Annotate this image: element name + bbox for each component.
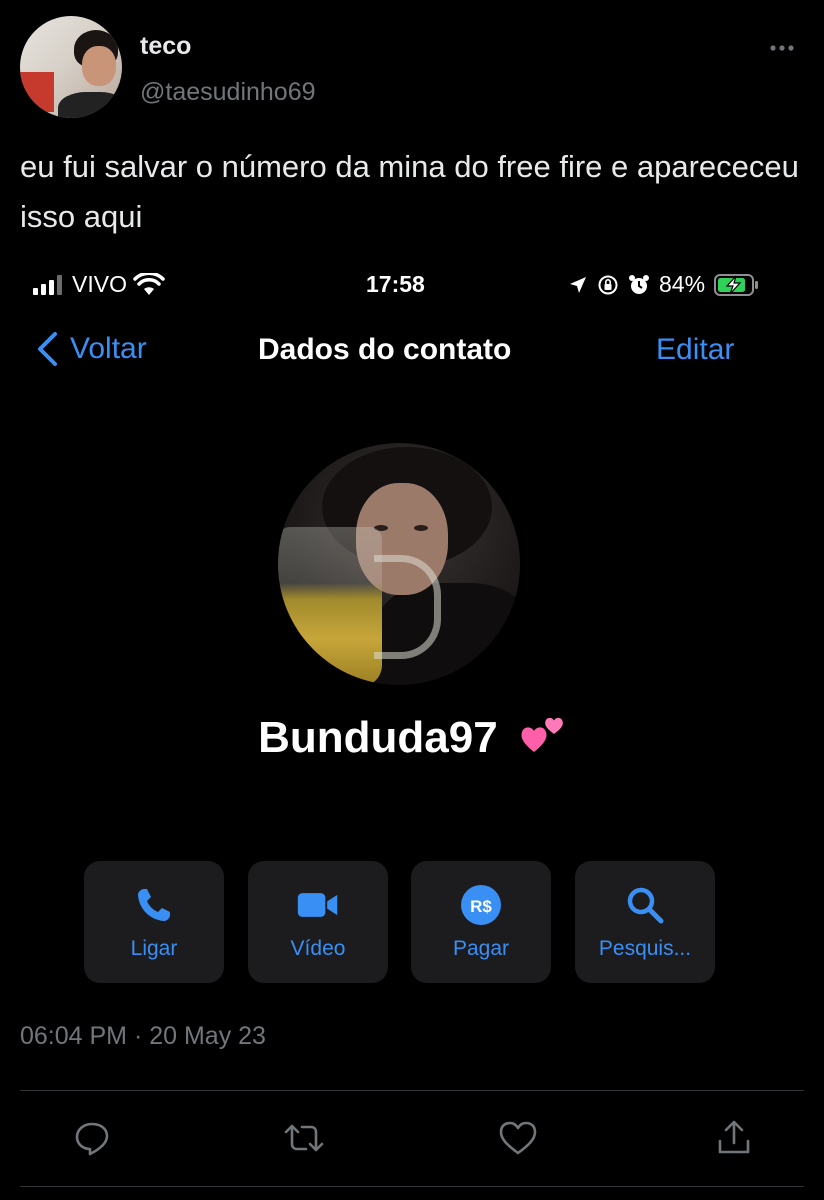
battery-charging-icon bbox=[714, 273, 759, 296]
pay-label: Pagar bbox=[452, 937, 510, 960]
chevron-left-icon bbox=[38, 332, 57, 366]
contact-photo[interactable] bbox=[278, 443, 520, 685]
contact-name-row: Bunduda97 bbox=[20, 713, 804, 763]
status-bar-right: 84% bbox=[568, 271, 760, 298]
back-button[interactable]: Voltar bbox=[36, 331, 147, 367]
screen-title: Dados do contato bbox=[258, 333, 512, 366]
more-options-button[interactable] bbox=[764, 30, 800, 66]
battery-percent: 84% bbox=[659, 271, 706, 297]
search-button[interactable]: Pesquis... bbox=[575, 861, 715, 983]
divider bbox=[20, 1090, 804, 1091]
heart-icon bbox=[499, 1121, 537, 1155]
video-button[interactable]: Vídeo bbox=[248, 861, 388, 983]
divider bbox=[20, 1186, 804, 1187]
rotation-lock-icon bbox=[598, 275, 618, 294]
status-bar-left: VIVO bbox=[32, 271, 165, 298]
phone-icon bbox=[138, 889, 170, 921]
share-button[interactable] bbox=[714, 1118, 754, 1158]
reply-button[interactable] bbox=[72, 1118, 112, 1158]
contact-name: Bunduda97 bbox=[258, 713, 498, 762]
author-handle[interactable]: @taesudinho69 bbox=[140, 78, 316, 107]
alarm-clock-icon bbox=[629, 274, 649, 294]
more-dots-icon bbox=[770, 45, 794, 51]
edit-button[interactable]: Editar bbox=[656, 333, 734, 367]
tweet-page: teco @taesudinho69 eu fui salvar o númer… bbox=[0, 0, 824, 1200]
location-arrow-icon bbox=[570, 276, 586, 293]
like-button[interactable] bbox=[498, 1118, 538, 1158]
attached-screenshot[interactable]: VIVO 17:58 84% Voltar Dados do contato E… bbox=[20, 255, 804, 995]
signal-bars-icon bbox=[33, 274, 62, 295]
call-label: Ligar bbox=[130, 937, 178, 960]
search-icon bbox=[627, 887, 664, 924]
author-display-name[interactable]: teco bbox=[140, 32, 191, 61]
tweet-text: eu fui salvar o número da mina do free f… bbox=[20, 149, 799, 234]
status-bar-time: 17:58 bbox=[366, 271, 425, 297]
share-upload-icon bbox=[718, 1120, 750, 1154]
retweet-icon bbox=[284, 1124, 324, 1152]
svg-text:R$: R$ bbox=[470, 897, 492, 916]
carrier-label: VIVO bbox=[72, 271, 127, 297]
reply-bubble-icon bbox=[75, 1122, 109, 1156]
author-avatar[interactable] bbox=[20, 16, 122, 118]
real-currency-icon: R$ bbox=[461, 885, 501, 925]
search-label: Pesquis... bbox=[598, 937, 692, 960]
back-label: Voltar bbox=[70, 332, 147, 365]
pay-button[interactable]: R$ Pagar bbox=[411, 861, 551, 983]
tweet-timestamp[interactable]: 06:04 PM · 20 May 23 bbox=[20, 1022, 266, 1051]
call-button[interactable]: Ligar bbox=[84, 861, 224, 983]
wifi-icon bbox=[133, 272, 165, 295]
video-camera-icon bbox=[297, 893, 338, 917]
video-label: Vídeo bbox=[290, 937, 346, 960]
retweet-button[interactable] bbox=[284, 1118, 324, 1158]
two-hearts-icon bbox=[521, 718, 563, 753]
